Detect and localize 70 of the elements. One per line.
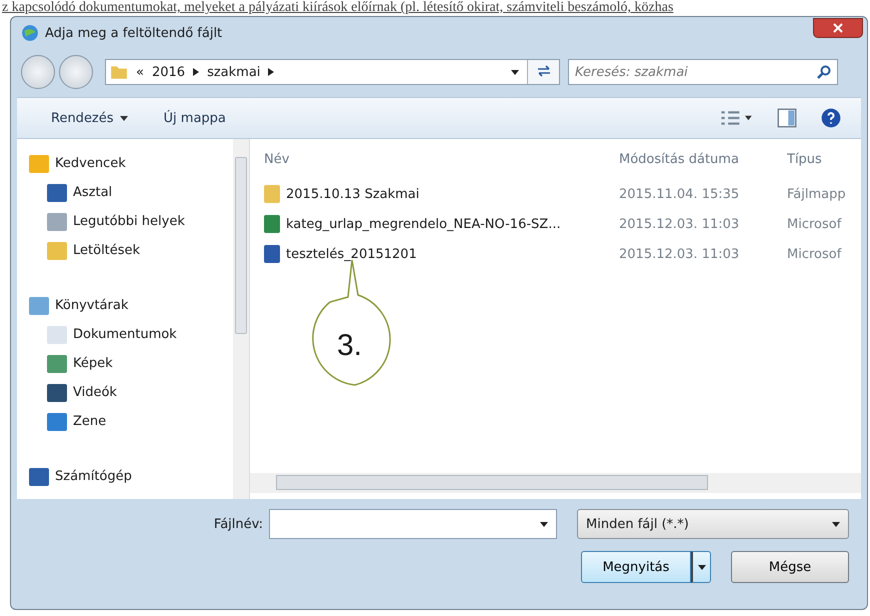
- sidebar-icon: [47, 384, 67, 402]
- file-name[interactable]: tesztelés_20151201: [286, 246, 417, 262]
- file-date: 2015.12.03. 11:03: [619, 246, 740, 262]
- callout-label: 3.: [337, 329, 362, 363]
- scrollbar[interactable]: [233, 139, 249, 499]
- column-header[interactable]: Típus: [787, 152, 861, 166]
- field-label: Fájlnév:: [214, 516, 263, 532]
- dropdown-icon[interactable]: [540, 522, 548, 526]
- globe-icon: [21, 24, 39, 42]
- help-icon[interactable]: [821, 108, 841, 128]
- folder-icon: [264, 185, 280, 203]
- file-icon: [264, 245, 280, 263]
- file-type: Fájlmapp: [787, 186, 847, 202]
- refresh-icon: [536, 62, 552, 78]
- sidebar-item[interactable]: Videók: [29, 378, 233, 407]
- forward-button[interactable]: [59, 55, 93, 89]
- close-icon: [833, 23, 843, 33]
- sidebar-icon: [29, 296, 49, 314]
- view-list-icon[interactable]: [719, 109, 753, 127]
- sidebar-icon: [47, 354, 67, 372]
- sidebar-group[interactable]: Könyvtárak: [29, 291, 233, 320]
- search-field[interactable]: Keresés: szakmai: [568, 59, 838, 85]
- file-icon: [264, 215, 280, 233]
- open-button[interactable]: Megnyitás: [581, 551, 691, 583]
- new-folder-button[interactable]: Új mappa: [158, 110, 232, 126]
- sidebar-item[interactable]: Képek: [29, 349, 233, 378]
- sidebar-item[interactable]: Letöltések: [29, 236, 233, 265]
- address-bar[interactable]: « 2016 szakmai: [105, 59, 560, 85]
- scrollbar[interactable]: [250, 473, 861, 493]
- close-button[interactable]: [813, 18, 863, 38]
- sidebar-item[interactable]: Asztal: [29, 178, 233, 207]
- sidebar-icon: [47, 184, 67, 202]
- sidebar-group[interactable]: Kedvencek: [29, 149, 233, 178]
- dropdown-icon: [120, 116, 128, 120]
- file-name-field[interactable]: [269, 509, 557, 539]
- column-header[interactable]: Név: [264, 152, 619, 166]
- window-title: Adja meg a feltöltendő fájlt: [45, 26, 222, 40]
- chevron-icon[interactable]: [268, 68, 274, 76]
- refresh-button[interactable]: [527, 60, 559, 84]
- breadcrumb-overflow[interactable]: «: [136, 64, 144, 80]
- dropdown-icon: [698, 564, 706, 570]
- sidebar-item[interactable]: Zene: [29, 407, 233, 436]
- file-type: Microsof: [787, 216, 843, 232]
- split-arrow-button[interactable]: [691, 551, 711, 583]
- sidebar-group[interactable]: Számítógép: [29, 462, 233, 491]
- sidebar-icon: [47, 412, 67, 430]
- dropdown-icon: [832, 522, 840, 526]
- file-name[interactable]: kateg_urlap_megrendelo_NEA-NO-16-SZ...: [286, 216, 561, 232]
- sidebar-icon: [47, 326, 67, 344]
- file-date: 2015.11.04. 15:35: [619, 186, 740, 202]
- cancel-button[interactable]: Mégse: [731, 551, 849, 583]
- sidebar-icon: [47, 242, 67, 260]
- organize-menu[interactable]: Rendezés: [45, 110, 134, 126]
- file-type: Microsof: [787, 246, 843, 262]
- document-text: z kapcsolódó dokumentumokat, melyeket a pályázati kiírások előírnak (pl. létesítő okirat, számviteli beszámoló, közhas: [1, 0, 674, 17]
- chevron-icon[interactable]: [193, 68, 200, 76]
- sidebar-icon: [29, 468, 49, 486]
- back-button[interactable]: [21, 55, 55, 89]
- file-date: 2015.12.03. 11:03: [619, 216, 740, 232]
- dropdown-icon[interactable]: [511, 70, 519, 74]
- sidebar-icon: [47, 212, 67, 230]
- breadcrumb[interactable]: 2016: [152, 64, 186, 80]
- file-name[interactable]: 2015.10.13 Szakmai: [286, 186, 420, 202]
- sidebar-item[interactable]: Legutóbbi helyek: [29, 207, 233, 236]
- sidebar-icon: [29, 154, 49, 172]
- column-header[interactable]: Módosítás dátuma: [619, 152, 787, 166]
- preview-pane-icon[interactable]: [777, 108, 797, 128]
- sidebar-item[interactable]: Dokumentumok: [29, 320, 233, 349]
- breadcrumb[interactable]: szakmai: [207, 64, 260, 80]
- file-type-dropdown[interactable]: Minden fájl (*.*): [577, 509, 849, 539]
